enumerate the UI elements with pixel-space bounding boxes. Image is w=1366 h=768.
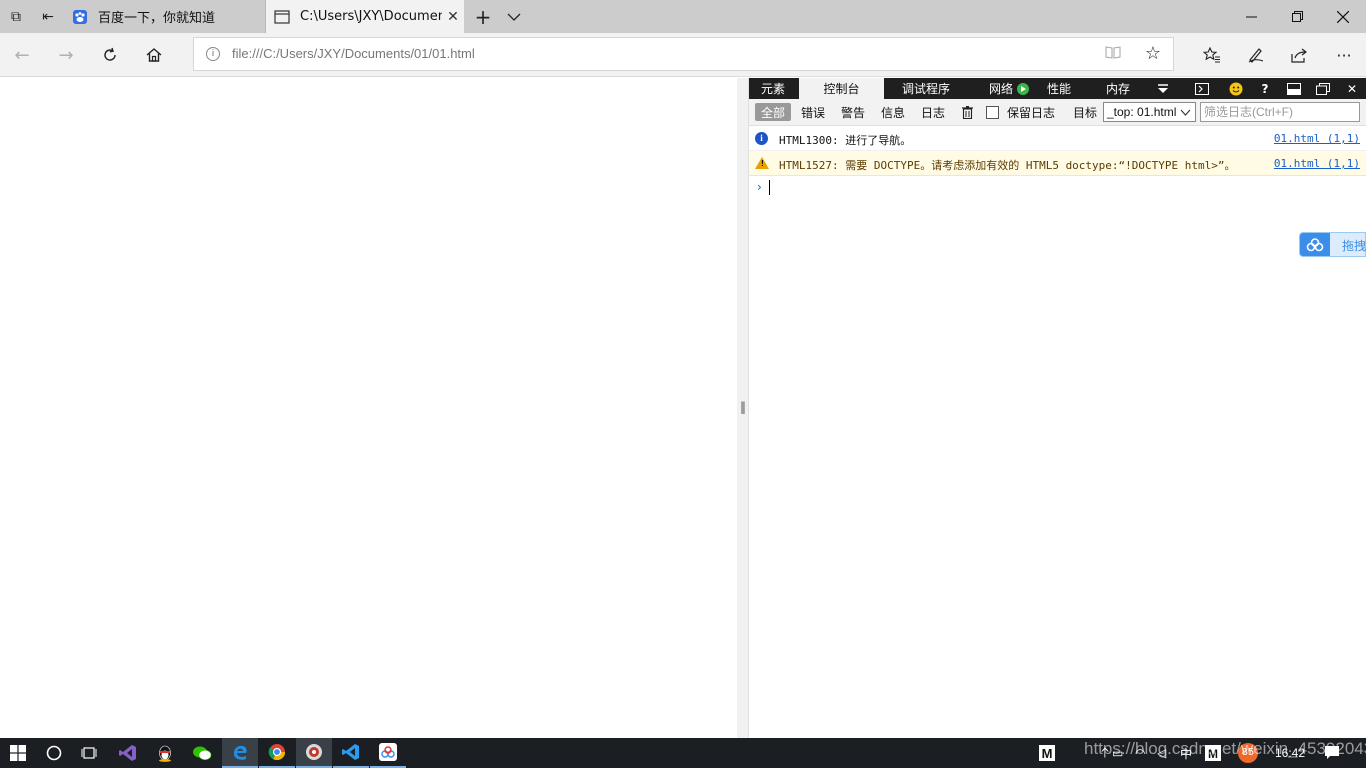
favorite-star-icon[interactable]: ☆ — [1145, 43, 1161, 64]
tab-performance-label: 性能 — [1046, 82, 1071, 96]
edge-browser-icon[interactable] — [222, 738, 258, 768]
navigation-bar: ← → i file:///C:/Users/JXY/Documents/01/… — [0, 33, 1366, 77]
chevron-down-icon[interactable] — [498, 0, 530, 33]
console-toggle-icon[interactable] — [1189, 78, 1215, 99]
qq-penguin-icon[interactable] — [147, 738, 183, 768]
reading-view-icon[interactable] — [1105, 45, 1123, 63]
filter-log-input[interactable]: 筛选日志(Ctrl+F) — [1200, 102, 1360, 122]
message-source-link[interactable]: 01.html (1,1) — [1274, 132, 1360, 145]
refresh-button[interactable] — [90, 37, 130, 73]
forward-button[interactable]: → — [46, 37, 86, 73]
restore-button[interactable] — [1274, 0, 1320, 33]
page-icon — [274, 9, 290, 25]
message-text: HTML1300: 进行了导航。 — [779, 134, 912, 147]
tab-manager-icon[interactable]: ⧉ — [0, 0, 32, 33]
drag-widget-label: 拖拽 — [1342, 239, 1366, 253]
devtools-panel: 元素 控制台 调试程序 网络 性能 内存 ? ✕ 全部 错误 警告 信息 日志 — [749, 78, 1366, 738]
tab-console-label: 控制台 — [823, 82, 860, 96]
more-menu-icon[interactable]: ··· — [1324, 37, 1364, 73]
windows-start-icon[interactable] — [0, 738, 36, 768]
cloud-link-icon — [1300, 233, 1330, 256]
text-cursor — [769, 180, 770, 195]
target-label: 目标 — [1072, 105, 1097, 120]
target-select[interactable]: _top: 01.html — [1103, 102, 1196, 122]
tab-debugger[interactable]: 调试程序 — [890, 78, 962, 99]
tab-label: 百度一下，你就知道 — [98, 11, 216, 26]
devtools-tab-bar: 元素 控制台 调试程序 网络 性能 内存 ? ✕ — [749, 78, 1366, 99]
home-button[interactable] — [134, 37, 174, 73]
tab-memory-label: 内存 — [1105, 82, 1130, 96]
message-text: HTML1527: 需要 DOCTYPE。请考虑添加有效的 HTML5 doct… — [779, 159, 1236, 172]
back-button[interactable]: ← — [2, 37, 42, 73]
close-tab-icon[interactable]: ✕ — [442, 9, 464, 25]
drag-widget[interactable]: 拖拽 — [1299, 232, 1366, 257]
splitter-grip-icon[interactable]: ‖ — [740, 400, 746, 414]
address-bar[interactable]: i file:///C:/Users/JXY/Documents/01/01.h… — [193, 37, 1174, 71]
message-source-link[interactable]: 01.html (1,1) — [1274, 157, 1360, 170]
info-icon: i — [755, 132, 768, 145]
warning-icon: ! — [755, 157, 769, 169]
filter-all[interactable]: 全部 — [755, 103, 791, 121]
preserve-log-label: 保留日志 — [1006, 105, 1055, 120]
set-aside-tabs-icon[interactable]: ⇤ — [32, 0, 64, 33]
more-tabs-dropdown-icon[interactable] — [1150, 78, 1176, 99]
console-output: i HTML1300: 进行了导航。 01.html (1,1) ! HTML1… — [749, 126, 1366, 200]
feedback-smiley-icon[interactable] — [1223, 78, 1249, 99]
help-icon[interactable]: ? — [1252, 78, 1278, 99]
watermark-text: https://blog.csdn.net/weixin_45392043 — [1084, 739, 1366, 758]
cortana-search-icon[interactable] — [36, 738, 72, 768]
app-circle-icon[interactable] — [296, 738, 332, 768]
filter-warnings[interactable]: 警告 — [837, 103, 869, 121]
console-input[interactable]: › — [749, 176, 1366, 200]
tab-baidu[interactable]: 百度一下，你就知道 — [64, 0, 266, 33]
prompt-chevron-icon: › — [757, 180, 762, 194]
devtools-splitter[interactable]: ‖ — [737, 78, 749, 738]
close-window-button[interactable] — [1320, 0, 1366, 33]
tray-m-app-icon[interactable]: M — [1038, 738, 1056, 768]
info-icon[interactable]: i — [206, 47, 220, 61]
visual-studio-icon[interactable] — [110, 738, 146, 768]
console-message-warning: ! HTML1527: 需要 DOCTYPE。请考虑添加有效的 HTML5 do… — [749, 151, 1366, 176]
tab-elements[interactable]: 元素 — [749, 78, 797, 99]
tab-performance[interactable]: 性能 — [1035, 78, 1083, 99]
tab-label: C:\Users\JXY\Document — [300, 9, 442, 24]
share-icon[interactable] — [1280, 37, 1320, 73]
undock-icon[interactable] — [1310, 78, 1336, 99]
chrome-icon[interactable] — [259, 738, 295, 768]
tab-network-label: 网络 — [988, 82, 1013, 96]
page-viewport[interactable] — [0, 78, 737, 738]
close-devtools-icon[interactable]: ✕ — [1339, 78, 1365, 99]
minimize-button[interactable] — [1228, 0, 1274, 33]
record-play-icon[interactable] — [1017, 82, 1029, 95]
task-view-icon[interactable] — [72, 738, 108, 768]
target-select-value: _top: 01.html — [1107, 105, 1177, 119]
tab-memory[interactable]: 内存 — [1094, 78, 1142, 99]
baidu-paw-icon — [72, 9, 88, 25]
clear-console-trash-icon[interactable] — [959, 103, 975, 121]
chevron-down-icon — [1180, 103, 1191, 121]
filter-logs[interactable]: 日志 — [917, 103, 949, 121]
preserve-log-checkbox[interactable] — [986, 106, 999, 119]
filter-info[interactable]: 信息 — [877, 103, 909, 121]
console-toolbar: 全部 错误 警告 信息 日志 保留日志 目标 _top: 01.html 筛选日… — [749, 99, 1366, 126]
tab-elements-label: 元素 — [760, 82, 785, 96]
dock-bottom-icon[interactable] — [1281, 78, 1307, 99]
tab-strip: ⧉ ⇤ 百度一下，你就知道 C:\Users\JXY\Document ✕ + — [0, 0, 1366, 33]
console-message-info: i HTML1300: 进行了导航。 01.html (1,1) — [749, 126, 1366, 151]
baidu-netdisk-icon[interactable] — [370, 738, 406, 768]
tab-debugger-label: 调试程序 — [901, 82, 950, 96]
filter-errors[interactable]: 错误 — [797, 103, 829, 121]
svg-text:M: M — [1042, 746, 1053, 761]
favorites-hub-icon[interactable] — [1192, 37, 1232, 73]
web-note-icon[interactable] — [1236, 37, 1276, 73]
new-tab-icon[interactable]: + — [467, 0, 499, 33]
wechat-icon[interactable] — [184, 738, 220, 768]
address-url[interactable]: file:///C:/Users/JXY/Documents/01/01.htm… — [232, 46, 475, 61]
tab-local-file[interactable]: C:\Users\JXY\Document ✕ — [266, 0, 464, 33]
tab-console[interactable]: 控制台 — [799, 78, 884, 99]
vscode-icon[interactable] — [333, 738, 369, 768]
